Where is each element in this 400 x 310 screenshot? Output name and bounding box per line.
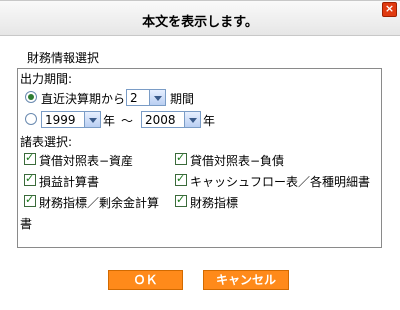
range-tilde: ～: [121, 114, 134, 128]
checkbox-bs-liabilities[interactable]: [175, 151, 187, 165]
ok-button[interactable]: ＯＫ: [108, 270, 183, 290]
radio-year-range[interactable]: [25, 113, 37, 125]
recent-periods-value: 2: [130, 91, 138, 105]
from-year-select[interactable]: 1999: [41, 111, 101, 128]
dialog-title: 本文を表示します。: [142, 15, 258, 30]
to-year-value: 2008: [145, 113, 176, 127]
to-year-select[interactable]: 2008: [141, 111, 201, 128]
statements-label: 諸表選択:: [20, 135, 73, 149]
recent-periods-select[interactable]: 2: [126, 89, 166, 106]
income-statement-label: 損益計算書: [39, 175, 100, 189]
cancel-button[interactable]: キャンセル: [203, 270, 289, 290]
checkbox-bs-assets[interactable]: [24, 151, 36, 165]
from-year-unit: 年: [103, 114, 116, 128]
bs-liabilities-label: 貸借対照表−負債: [190, 154, 285, 168]
checkbox-cashflow[interactable]: [175, 172, 187, 186]
financial-selection-panel: 出力期間: 直近決算期から 2 期間 1999 年 ～ 2008 年 諸表選択:…: [17, 68, 382, 248]
checkbox-indicators-surplus[interactable]: [24, 193, 36, 207]
bs-assets-label: 貸借対照表−資産: [39, 154, 134, 168]
dialog-titlebar: 本文を表示します。 ×: [0, 0, 400, 36]
from-year-value: 1999: [45, 113, 76, 127]
indicators-surplus-label: 財務指標／剰余金計算: [39, 196, 160, 210]
checkbox-income-statement[interactable]: [24, 172, 36, 186]
chevron-down-icon[interactable]: [184, 112, 200, 127]
close-icon[interactable]: ×: [382, 2, 397, 17]
indicators-surplus-label-cont: 書: [20, 217, 33, 231]
recent-periods-prefix: 直近決算期から: [41, 92, 126, 106]
checkbox-financial-indicators[interactable]: [175, 193, 187, 207]
section-legend: 財務情報選択: [27, 51, 100, 65]
recent-periods-suffix: 期間: [170, 92, 195, 106]
chevron-down-icon[interactable]: [84, 112, 100, 127]
period-label: 出力期間:: [20, 72, 73, 86]
radio-recent-periods[interactable]: [25, 91, 37, 103]
financial-indicators-label: 財務指標: [190, 196, 239, 210]
chevron-down-icon[interactable]: [149, 90, 165, 105]
to-year-unit: 年: [203, 114, 216, 128]
cashflow-label: キャッシュフロー表／各種明細書: [190, 175, 371, 189]
